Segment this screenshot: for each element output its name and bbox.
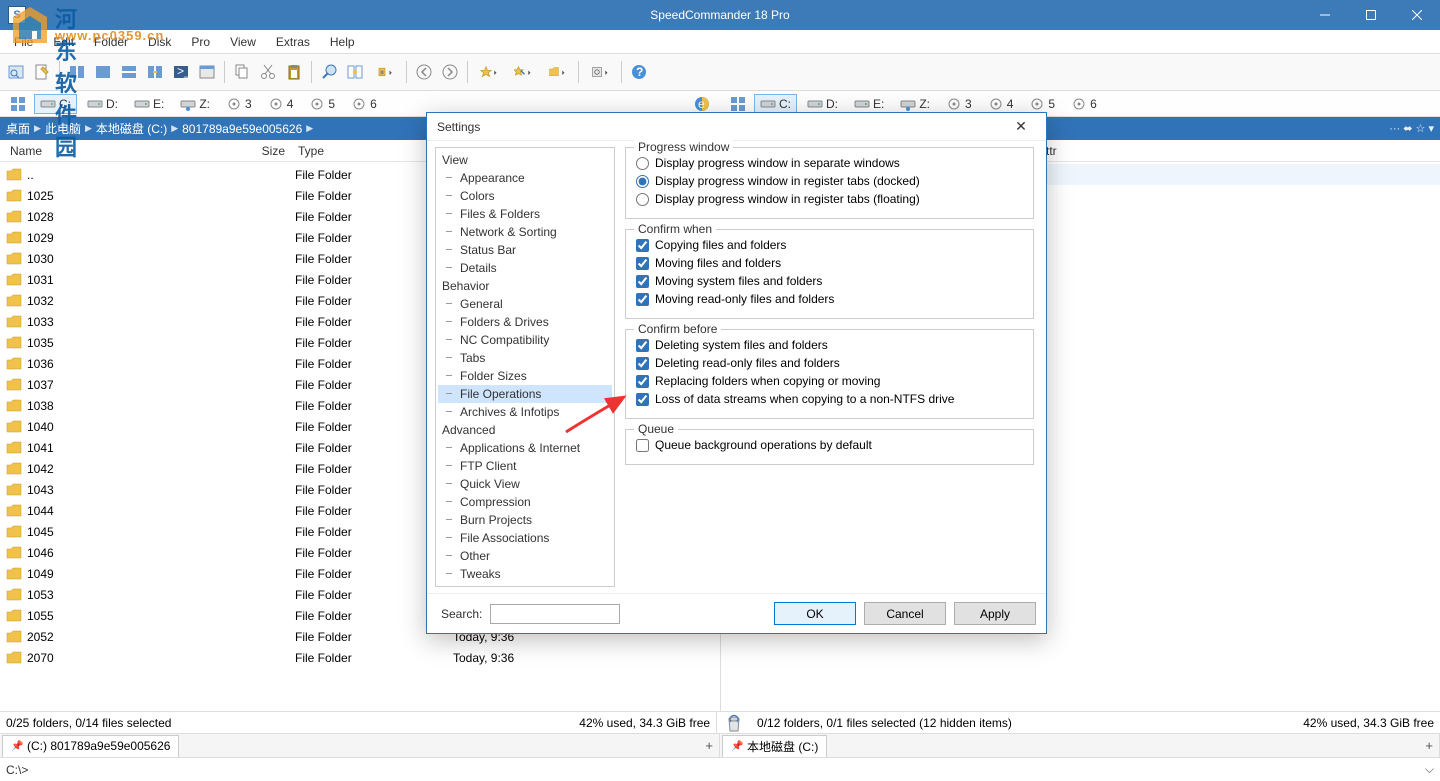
- radio-progress-separate[interactable]: Display progress window in separate wind…: [636, 154, 1023, 172]
- tree-item-nc-compatibility[interactable]: NC Compatibility: [438, 331, 612, 349]
- cancel-button[interactable]: Cancel: [864, 602, 946, 625]
- command-line[interactable]: C:\> ⌵: [0, 757, 1440, 781]
- group-confirm-when: Confirm when Copying files and folders M…: [625, 229, 1034, 319]
- check-del-system[interactable]: Deleting system files and folders: [636, 336, 1023, 354]
- tree-item-general[interactable]: General: [438, 295, 612, 313]
- tree-cat-behavior[interactable]: Behavior: [438, 277, 612, 295]
- check-replace[interactable]: Replacing folders when copying or moving: [636, 372, 1023, 390]
- check-queue[interactable]: Queue background operations by default: [636, 436, 1023, 454]
- tree-item-files-folders[interactable]: Files & Folders: [438, 205, 612, 223]
- tree-item-archives-infotips[interactable]: Archives & Infotips: [438, 403, 612, 421]
- tree-item-ftp-client[interactable]: FTP Client: [438, 457, 612, 475]
- tree-item-file-associations[interactable]: File Associations: [438, 529, 612, 547]
- dialog-title: Settings: [437, 120, 480, 134]
- group-queue: Queue Queue background operations by def…: [625, 429, 1034, 465]
- prompt-text: C:\>: [6, 763, 28, 777]
- radio-progress-docked[interactable]: Display progress window in register tabs…: [636, 172, 1023, 190]
- check-move[interactable]: Moving files and folders: [636, 254, 1023, 272]
- tree-item-quick-view[interactable]: Quick View: [438, 475, 612, 493]
- settings-dialog: Settings ✕ View AppearanceColorsFiles & …: [426, 112, 1047, 634]
- search-label: Search:: [441, 607, 482, 621]
- tree-item-other[interactable]: Other: [438, 547, 612, 565]
- tree-item-applications-internet[interactable]: Applications & Internet: [438, 439, 612, 457]
- tree-item-status-bar[interactable]: Status Bar: [438, 241, 612, 259]
- apply-button[interactable]: Apply: [954, 602, 1036, 625]
- tree-item-appearance[interactable]: Appearance: [438, 169, 612, 187]
- group-title: Progress window: [634, 140, 733, 154]
- ok-button[interactable]: OK: [774, 602, 856, 625]
- tree-item-folders-drives[interactable]: Folders & Drives: [438, 313, 612, 331]
- tree-item-colors[interactable]: Colors: [438, 187, 612, 205]
- tree-cat-advanced[interactable]: Advanced: [438, 421, 612, 439]
- check-move-system[interactable]: Moving system files and folders: [636, 272, 1023, 290]
- search-input[interactable]: [490, 604, 620, 624]
- tree-item-tweaks[interactable]: Tweaks: [438, 565, 612, 583]
- tree-item-details[interactable]: Details: [438, 259, 612, 277]
- group-title: Queue: [634, 422, 678, 436]
- cmdline-dropdown-icon[interactable]: ⌵: [1425, 762, 1434, 777]
- tree-item-compression[interactable]: Compression: [438, 493, 612, 511]
- check-copy[interactable]: Copying files and folders: [636, 236, 1023, 254]
- tree-cat-view[interactable]: View: [438, 151, 612, 169]
- check-del-readonly[interactable]: Deleting read-only files and folders: [636, 354, 1023, 372]
- radio-progress-floating[interactable]: Display progress window in register tabs…: [636, 190, 1023, 208]
- settings-tree: View AppearanceColorsFiles & FoldersNetw…: [435, 147, 615, 587]
- tree-item-tabs[interactable]: Tabs: [438, 349, 612, 367]
- group-title: Confirm when: [634, 222, 716, 236]
- group-title: Confirm before: [634, 322, 721, 336]
- tree-item-file-operations[interactable]: File Operations: [438, 385, 612, 403]
- dialog-close-button[interactable]: ✕: [1006, 118, 1036, 135]
- tree-item-network-sorting[interactable]: Network & Sorting: [438, 223, 612, 241]
- check-streams[interactable]: Loss of data streams when copying to a n…: [636, 390, 1023, 408]
- tree-item-folder-sizes[interactable]: Folder Sizes: [438, 367, 612, 385]
- tree-item-burn-projects[interactable]: Burn Projects: [438, 511, 612, 529]
- group-confirm-before: Confirm before Deleting system files and…: [625, 329, 1034, 419]
- check-move-readonly[interactable]: Moving read-only files and folders: [636, 290, 1023, 308]
- group-progress: Progress window Display progress window …: [625, 147, 1034, 219]
